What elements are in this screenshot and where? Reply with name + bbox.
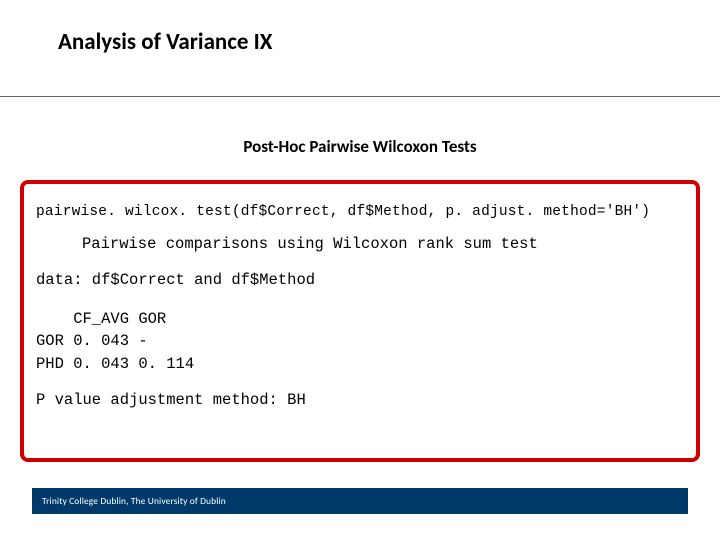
- divider: [0, 96, 720, 97]
- slide-title: Analysis of Variance IX: [58, 28, 272, 56]
- footer-text: Trinity College Dublin, The University o…: [42, 495, 226, 507]
- slide-subtitle: Post-Hoc Pairwise Wilcoxon Tests: [0, 136, 720, 157]
- code-table: CF_AVG GOR GOR 0. 043 - PHD 0. 043 0. 11…: [36, 308, 684, 375]
- code-call: pairwise. wilcox. test(df$Correct, df$Me…: [36, 202, 684, 223]
- code-description: Pairwise comparisons using Wilcoxon rank…: [36, 233, 684, 255]
- code-box: pairwise. wilcox. test(df$Correct, df$Me…: [20, 180, 700, 462]
- code-pvalue-line: P value adjustment method: BH: [36, 389, 684, 411]
- code-data-line: data: df$Correct and df$Method: [36, 269, 684, 291]
- footer-bar: Trinity College Dublin, The University o…: [32, 488, 688, 514]
- slide: Analysis of Variance IX Post-Hoc Pairwis…: [0, 0, 720, 540]
